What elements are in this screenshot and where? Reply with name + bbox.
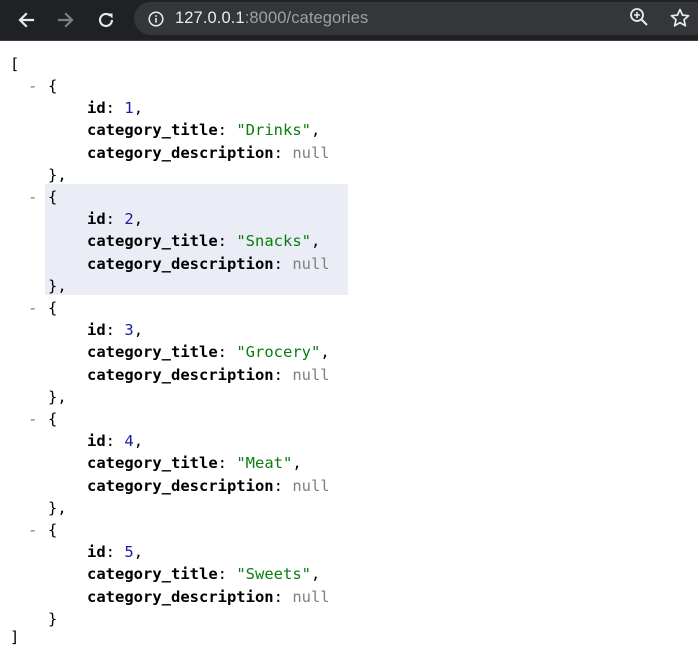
- json-field-category-description: category_description: null: [87, 143, 330, 162]
- json-key: category_title: [87, 343, 218, 362]
- zoom-icon[interactable]: [629, 7, 649, 27]
- json-value: null: [292, 143, 330, 162]
- forward-arrow-icon[interactable]: [52, 6, 80, 34]
- open-brace: {: [48, 410, 58, 428]
- json-field-category-description: category_description: null: [87, 476, 330, 495]
- url-host: 127.0.0.1: [175, 9, 245, 27]
- reload-icon[interactable]: [92, 6, 120, 34]
- json-key: category_title: [87, 121, 218, 140]
- json-key: category_description: [87, 587, 274, 606]
- json-value: "Meat": [236, 454, 293, 473]
- json-field-id: id: 5,: [87, 543, 144, 562]
- json-key: category_description: [87, 365, 274, 384]
- json-key: category_title: [87, 565, 218, 584]
- json-value: 1: [124, 99, 134, 118]
- open-brace: {: [48, 188, 58, 206]
- json-key: category_title: [87, 232, 218, 251]
- url-text[interactable]: 127.0.0.1:8000/categories: [175, 9, 368, 28]
- close-brace: },: [48, 498, 67, 517]
- json-key: category_title: [87, 454, 218, 473]
- json-value: 3: [124, 321, 134, 340]
- json-field-id: id: 3,: [87, 321, 144, 340]
- json-key: id: [87, 432, 106, 451]
- json-value: null: [292, 587, 330, 606]
- close-bracket: ]: [10, 628, 20, 646]
- json-value: "Snacks": [236, 232, 311, 251]
- json-field-category-description: category_description: null: [87, 365, 330, 384]
- open-brace: {: [48, 299, 58, 317]
- json-value: "Grocery": [236, 343, 321, 362]
- json-value: 4: [124, 432, 134, 451]
- collapse-toggle[interactable]: -: [28, 75, 37, 97]
- info-icon[interactable]: [147, 10, 165, 28]
- json-field-category-description: category_description: null: [87, 587, 330, 606]
- json-field-id: id: 4,: [87, 432, 144, 451]
- json-field-category-description: category_description: null: [87, 254, 330, 273]
- json-field-category-title: category_title: "Sweets",: [87, 565, 321, 584]
- close-brace: },: [48, 276, 67, 295]
- collapse-toggle[interactable]: -: [28, 408, 37, 430]
- json-key: id: [87, 210, 106, 229]
- json-value: null: [292, 365, 330, 384]
- json-value: null: [292, 476, 330, 495]
- json-key: category_description: [87, 476, 274, 495]
- close-brace: },: [48, 165, 67, 184]
- collapse-toggle[interactable]: -: [28, 297, 37, 319]
- collapse-toggle[interactable]: -: [28, 186, 37, 208]
- address-bar[interactable]: 127.0.0.1:8000/categories: [134, 2, 698, 35]
- json-field-category-title: category_title: "Snacks",: [87, 232, 321, 251]
- json-key: id: [87, 543, 106, 562]
- url-path: :8000/categories: [244, 9, 369, 27]
- json-field-category-title: category_title: "Meat",: [87, 454, 302, 473]
- json-key: id: [87, 321, 106, 340]
- json-field-category-title: category_title: "Grocery",: [87, 343, 330, 362]
- star-icon[interactable]: [669, 7, 691, 29]
- json-value: "Drinks": [236, 121, 311, 140]
- close-brace: },: [48, 387, 67, 406]
- collapse-toggle[interactable]: -: [28, 519, 37, 541]
- open-bracket: [: [10, 55, 20, 73]
- json-value: 5: [124, 543, 134, 562]
- json-field-id: id: 1,: [87, 99, 144, 118]
- json-value: 2: [124, 210, 134, 229]
- json-value: "Sweets": [236, 565, 311, 584]
- json-key: category_description: [87, 143, 274, 162]
- json-field-id: id: 2,: [87, 210, 144, 229]
- json-key: id: [87, 99, 106, 118]
- json-value: null: [292, 254, 330, 273]
- back-arrow-icon[interactable]: [12, 6, 40, 34]
- json-field-category-title: category_title: "Drinks",: [87, 121, 321, 140]
- open-brace: {: [48, 521, 58, 539]
- close-brace: }: [48, 609, 58, 628]
- browser-toolbar: 127.0.0.1:8000/categories: [0, 0, 698, 41]
- open-brace: {: [48, 77, 58, 95]
- json-key: category_description: [87, 254, 274, 273]
